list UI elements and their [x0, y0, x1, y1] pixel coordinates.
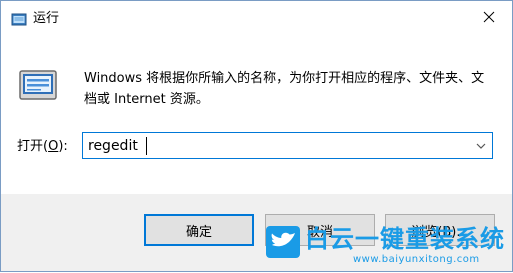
watermark-text: 白云一键重装系统 [305, 225, 505, 253]
text-caret [146, 137, 147, 155]
open-combobox[interactable]: regedit [82, 132, 493, 159]
run-app-icon [11, 13, 27, 26]
watermark-url: www.baiyunxitong.com [353, 254, 480, 265]
open-label-prefix: 打开( [17, 139, 49, 154]
watermark: 白云一键重装系统 www.baiyunxitong.com [265, 223, 513, 273]
run-dialog: 运行 Windows 将根据你所输入的名称，为你打开相应的程序、文件夹、文档或 … [0, 0, 513, 272]
open-input[interactable]: regedit [88, 137, 138, 155]
open-label-suffix: ): [58, 139, 68, 154]
close-icon [483, 11, 495, 23]
window-title: 运行 [33, 11, 60, 26]
open-label-accesskey: O [48, 139, 59, 154]
open-label: 打开(O): [17, 138, 68, 156]
run-dialog-icon [19, 70, 57, 100]
ok-button[interactable]: 确定 [144, 214, 254, 246]
title-bar[interactable]: 运行 [1, 1, 512, 37]
chevron-down-icon[interactable] [474, 139, 488, 153]
close-button[interactable] [466, 1, 512, 33]
bird-logo [266, 226, 300, 258]
description-text: Windows 将根据你所输入的名称，为你打开相应的程序、文件夹、文档或 Int… [84, 71, 485, 107]
